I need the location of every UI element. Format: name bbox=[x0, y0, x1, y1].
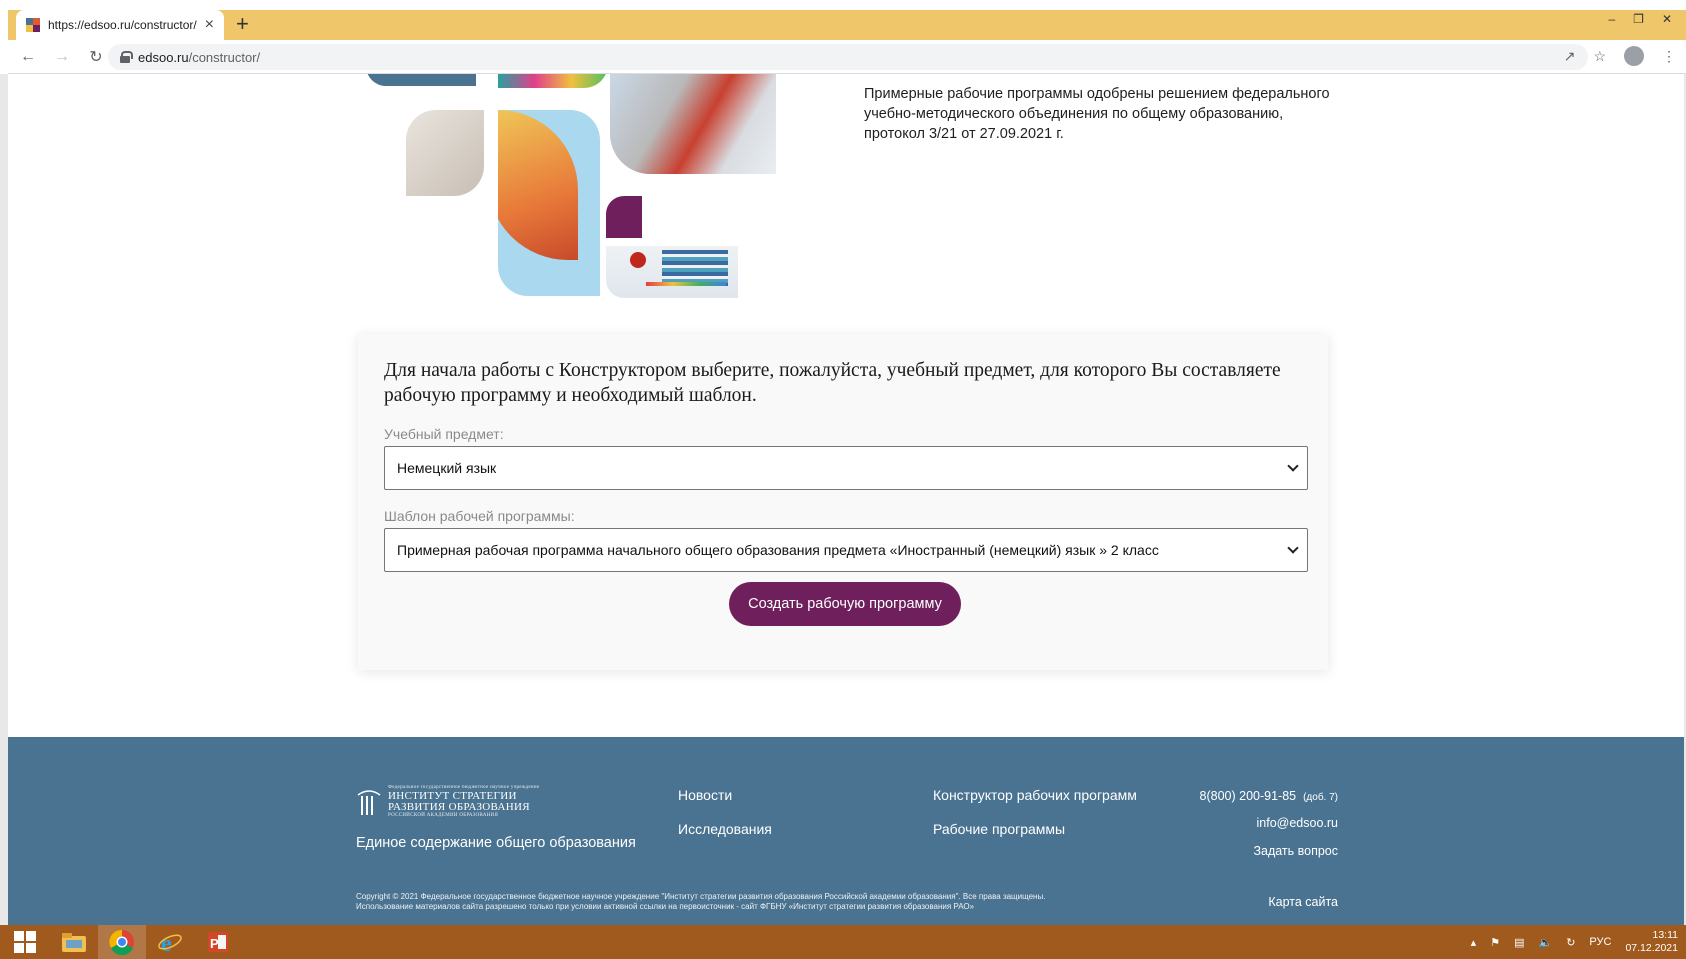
phone-extension: (доб. 7) bbox=[1303, 792, 1338, 803]
tab-strip bbox=[8, 10, 1686, 40]
chevron-down-icon bbox=[1287, 542, 1299, 554]
footer-link-research[interactable]: Исследования bbox=[678, 821, 772, 837]
copyright-line-2: Использование материалов сайта разрешено… bbox=[356, 902, 975, 911]
logo-text: Федеральное государственное бюджетное на… bbox=[388, 785, 539, 819]
chevron-down-icon bbox=[1287, 460, 1299, 472]
collage-block-blue bbox=[366, 74, 476, 86]
footer-link-constructor[interactable]: Конструктор рабочих программ bbox=[933, 787, 1137, 803]
bookmark-star-icon[interactable]: ☆ bbox=[1593, 48, 1606, 65]
subject-label: Учебный предмет: bbox=[384, 426, 504, 442]
forward-icon[interactable]: → bbox=[48, 43, 76, 71]
back-icon[interactable]: ← bbox=[14, 43, 42, 71]
collage-block-purple bbox=[606, 196, 642, 238]
url-host: edsoo.ru bbox=[138, 49, 189, 65]
network-icon[interactable]: ▤ bbox=[1514, 936, 1524, 949]
template-select[interactable]: Примерная рабочая программа начального о… bbox=[384, 528, 1308, 572]
volume-icon[interactable]: 🔈 bbox=[1538, 936, 1552, 949]
constructor-form-card: Для начала работы с Конструктором выбери… bbox=[358, 334, 1328, 670]
collage-block-student bbox=[610, 74, 776, 174]
footer-link-news[interactable]: Новости bbox=[678, 787, 732, 803]
clock[interactable]: 13:11 07.12.2021 bbox=[1625, 929, 1678, 955]
windows-taskbar: e P ▴ ⚑ ▤ 🔈 ↻ РУС 13:11 07.12.2021 bbox=[0, 925, 1686, 959]
svg-text:e: e bbox=[161, 931, 172, 955]
approval-notice: Примерные рабочие программы одобрены реш… bbox=[864, 86, 1330, 142]
logo-line-2: РАЗВИТИЯ ОБРАЗОВАНИЯ bbox=[388, 801, 530, 813]
taskbar-explorer[interactable] bbox=[50, 925, 98, 959]
windows-logo-icon bbox=[14, 931, 36, 953]
clock-time: 13:11 bbox=[1652, 929, 1679, 941]
copyright-line-1: Copyright © 2021 Федеральное государстве… bbox=[356, 892, 1046, 901]
powerpoint-icon: P bbox=[208, 932, 228, 952]
internet-explorer-icon: e bbox=[158, 931, 182, 955]
sitemap-link[interactable]: Карта сайта bbox=[1268, 895, 1338, 909]
browser-toolbar: ← → ↻ edsoo.ru/constructor/ ↗ ☆ ⋮ bbox=[8, 40, 1686, 74]
form-heading: Для начала работы с Конструктором выбери… bbox=[384, 360, 1281, 406]
input-language[interactable]: РУС bbox=[1589, 936, 1611, 948]
template-selected-value: Примерная рабочая программа начального о… bbox=[397, 542, 1159, 558]
collage-paper-curl bbox=[498, 110, 578, 260]
browser-chrome: https://edsoo.ru/constructor/ × + – ❐ ✕ … bbox=[0, 0, 1686, 74]
sync-icon[interactable]: ↻ bbox=[1566, 936, 1575, 949]
clock-date: 07.12.2021 bbox=[1625, 942, 1678, 954]
menu-dots-icon[interactable]: ⋮ bbox=[1662, 48, 1676, 65]
start-button[interactable] bbox=[0, 925, 50, 959]
footer-tagline: Единое содержание общего образования bbox=[356, 835, 636, 851]
lock-icon[interactable] bbox=[120, 51, 133, 63]
taskbar-chrome[interactable] bbox=[98, 925, 146, 959]
browser-tab[interactable]: https://edsoo.ru/constructor/ × bbox=[16, 10, 224, 40]
site-footer: Федеральное государственное бюджетное на… bbox=[8, 737, 1684, 925]
tray-expand-icon[interactable]: ▴ bbox=[1471, 936, 1477, 949]
share-icon[interactable]: ↗ bbox=[1564, 48, 1576, 65]
system-tray: ▴ ⚑ ▤ 🔈 ↻ РУС 13:11 07.12.2021 bbox=[1471, 925, 1678, 959]
taskbar-powerpoint[interactable]: P bbox=[194, 925, 242, 959]
logo-line-3: РОССИЙСКОЙ АКАДЕМИИ ОБРАЗОВАНИЯ bbox=[388, 813, 499, 818]
collage-block-hand bbox=[406, 110, 484, 196]
hero-collage-image bbox=[358, 74, 828, 314]
logo-small-line: Федеральное государственное бюджетное на… bbox=[388, 785, 540, 790]
chrome-icon bbox=[109, 929, 134, 955]
subject-selected-value: Немецкий язык bbox=[397, 460, 497, 476]
collage-block-books bbox=[606, 246, 738, 298]
template-label: Шаблон рабочей программы: bbox=[384, 508, 575, 524]
window-controls: – ❐ ✕ bbox=[1608, 12, 1672, 26]
restore-icon[interactable]: ❐ bbox=[1633, 12, 1644, 26]
ask-question-link[interactable]: Задать вопрос bbox=[1253, 844, 1338, 858]
profile-avatar[interactable] bbox=[1624, 46, 1644, 66]
copyright-notice: Copyright © 2021 Федеральное государстве… bbox=[356, 892, 1136, 912]
new-tab-button[interactable]: + bbox=[236, 12, 249, 36]
minimize-icon[interactable]: – bbox=[1608, 12, 1615, 26]
footer-link-programs[interactable]: Рабочие программы bbox=[933, 821, 1065, 837]
collage-book-stack bbox=[662, 250, 728, 286]
reload-icon[interactable]: ↻ bbox=[82, 43, 110, 71]
page-viewport: Примерные рабочие программы одобрены реш… bbox=[8, 74, 1684, 925]
create-program-button[interactable]: Создать рабочую программу bbox=[729, 582, 961, 626]
flag-icon[interactable]: ⚑ bbox=[1490, 936, 1500, 949]
collage-pencils bbox=[646, 282, 726, 286]
url-text: edsoo.ru/constructor/ bbox=[138, 50, 260, 65]
site-favicon-icon bbox=[26, 18, 40, 32]
collage-apple bbox=[630, 252, 646, 268]
svg-text:P: P bbox=[210, 936, 219, 951]
toolbar-actions: ↗ ☆ ⋮ bbox=[1564, 46, 1676, 66]
address-bar[interactable]: edsoo.ru/constructor/ bbox=[108, 44, 1588, 70]
subject-select[interactable]: Немецкий язык bbox=[384, 446, 1308, 490]
url-path: /constructor/ bbox=[188, 49, 261, 65]
columns-logo-icon bbox=[357, 790, 381, 815]
folder-icon bbox=[62, 933, 86, 952]
close-tab-icon[interactable]: × bbox=[205, 17, 214, 33]
collage-block-paper bbox=[498, 110, 600, 296]
screen: https://edsoo.ru/constructor/ × + – ❐ ✕ … bbox=[0, 0, 1686, 959]
tab-title: https://edsoo.ru/constructor/ bbox=[48, 18, 197, 32]
footer-email-link[interactable]: info@edsoo.ru bbox=[1257, 816, 1339, 830]
phone-number: 8(800) 200-91-85 bbox=[1199, 789, 1297, 803]
collage-block-stripes bbox=[498, 74, 608, 88]
institute-logo[interactable]: Федеральное государственное бюджетное на… bbox=[356, 785, 539, 819]
footer-phone[interactable]: 8(800) 200-91-85 (доб. 7) bbox=[1200, 789, 1338, 803]
close-window-icon[interactable]: ✕ bbox=[1662, 12, 1672, 26]
taskbar-internet-explorer[interactable]: e bbox=[146, 925, 194, 959]
